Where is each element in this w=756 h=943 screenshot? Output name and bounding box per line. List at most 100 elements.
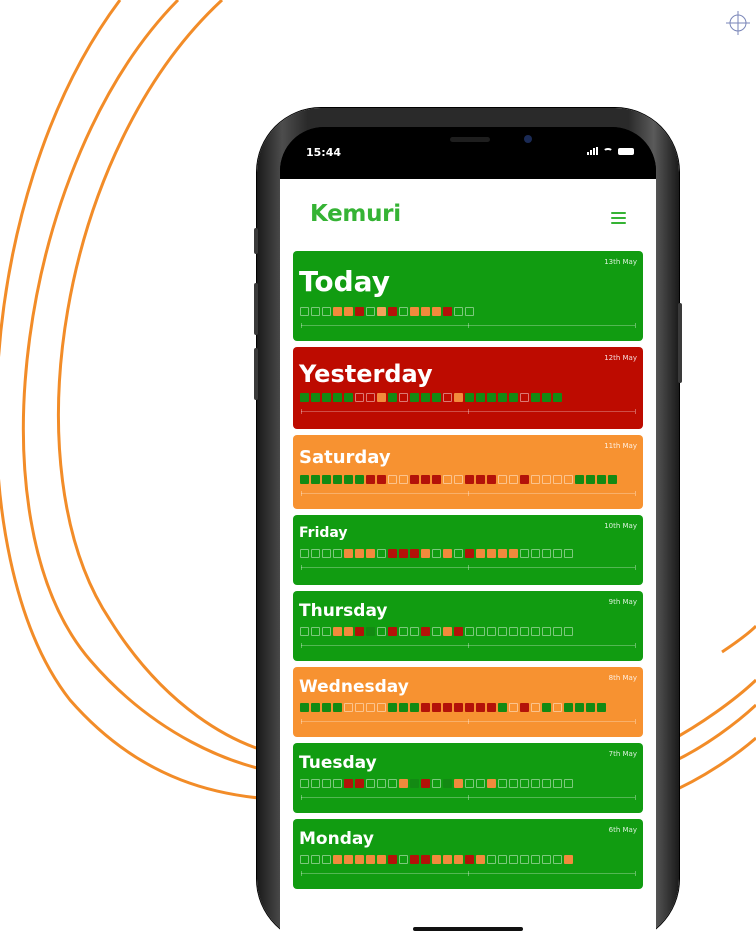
- front-camera: [524, 135, 532, 143]
- hour-slot: [443, 307, 452, 316]
- hour-slot: [476, 627, 485, 636]
- day-card-today[interactable]: 13th May Today: [293, 251, 643, 341]
- phone-power-button: [678, 303, 682, 383]
- hour-slot: [399, 703, 408, 712]
- hour-slot: [531, 627, 540, 636]
- hour-slot: [586, 475, 595, 484]
- day-card-yesterday[interactable]: 12th May Yesterday: [293, 347, 643, 429]
- hour-slot: [432, 475, 441, 484]
- timeline-tick: [301, 565, 302, 570]
- hour-slot: [344, 627, 353, 636]
- hour-slot: [344, 703, 353, 712]
- hour-slot: [355, 779, 364, 788]
- status-bar: 15:44: [280, 127, 656, 179]
- hour-slot: [388, 703, 397, 712]
- hour-slot: [366, 475, 375, 484]
- day-date: 13th May: [604, 258, 637, 266]
- hour-slot: [608, 475, 617, 484]
- hour-slot: [300, 307, 309, 316]
- timeline-tick: [635, 323, 636, 328]
- hour-slot: [432, 627, 441, 636]
- timeline-track: [301, 643, 636, 648]
- hour-slot: [454, 627, 463, 636]
- hour-slot: [520, 779, 529, 788]
- hour-slot: [432, 779, 441, 788]
- wifi-icon: [603, 147, 613, 155]
- day-card-wednesday[interactable]: 8th May Wednesday: [293, 667, 643, 737]
- hour-slot: [366, 549, 375, 558]
- app-logo: Kemuri: [310, 201, 401, 227]
- hour-slot: [410, 393, 419, 402]
- timeline-tick: [468, 871, 469, 876]
- hour-slot: [509, 549, 518, 558]
- hour-slot: [520, 627, 529, 636]
- hour-slot: [377, 475, 386, 484]
- hour-slot: [465, 779, 474, 788]
- hour-slot: [432, 703, 441, 712]
- hour-slot: [399, 855, 408, 864]
- hour-slot: [322, 703, 331, 712]
- hour-slot: [388, 627, 397, 636]
- hour-slot: [322, 855, 331, 864]
- hour-slot: [322, 627, 331, 636]
- hour-slot: [487, 779, 496, 788]
- day-list: 13th May Today 12th May Yesterday 11th May Sa…: [293, 251, 643, 895]
- hour-slot: [366, 307, 375, 316]
- hour-slot: [410, 703, 419, 712]
- hour-slot: [399, 307, 408, 316]
- hour-slot: [531, 779, 540, 788]
- hour-slot: [443, 779, 452, 788]
- signal-icon: [587, 147, 598, 155]
- hour-slot: [355, 855, 364, 864]
- hour-slot: [531, 393, 540, 402]
- day-card-friday[interactable]: 10th May Friday: [293, 515, 643, 585]
- hour-slot: [344, 475, 353, 484]
- hour-slot: [553, 627, 562, 636]
- day-card-thursday[interactable]: 9th May Thursday: [293, 591, 643, 661]
- hour-slot: [366, 779, 375, 788]
- day-date: 10th May: [604, 522, 637, 530]
- hour-slot: [498, 549, 507, 558]
- hour-slot: [443, 393, 452, 402]
- timeline-tick: [468, 565, 469, 570]
- day-card-monday[interactable]: 6th May Monday: [293, 819, 643, 889]
- hour-slot: [498, 627, 507, 636]
- hour-slot: [366, 855, 375, 864]
- hour-slot: [388, 393, 397, 402]
- hour-slot: [322, 475, 331, 484]
- timeline-tick: [301, 643, 302, 648]
- hour-slot: [454, 393, 463, 402]
- hour-slot: [377, 393, 386, 402]
- hour-slot: [531, 703, 540, 712]
- phone-screen: 15:44 Kemuri 13th May Today 12th May Yester…: [280, 127, 656, 943]
- day-card-saturday[interactable]: 11th May Saturday: [293, 435, 643, 509]
- hour-slot: [432, 393, 441, 402]
- timeline-track: [301, 719, 636, 724]
- hour-slots: [300, 703, 606, 712]
- timeline-tick: [635, 795, 636, 800]
- timeline-tick: [468, 491, 469, 496]
- timeline-tick: [635, 719, 636, 724]
- day-card-tuesday[interactable]: 7th May Tuesday: [293, 743, 643, 813]
- hour-slot: [366, 627, 375, 636]
- hour-slot: [388, 549, 397, 558]
- hour-slot: [333, 307, 342, 316]
- hamburger-menu-icon[interactable]: [611, 212, 626, 224]
- hour-slots: [300, 855, 573, 864]
- battery-icon: [618, 147, 634, 155]
- timeline-track: [301, 409, 636, 414]
- hour-slot: [333, 703, 342, 712]
- hour-slot: [322, 779, 331, 788]
- hour-slot: [432, 855, 441, 864]
- day-name: Yesterday: [299, 360, 433, 388]
- hour-slot: [355, 627, 364, 636]
- hour-slot: [575, 475, 584, 484]
- hour-slot: [377, 549, 386, 558]
- timeline-tick: [301, 871, 302, 876]
- timeline-tick: [468, 719, 469, 724]
- hour-slot: [509, 779, 518, 788]
- hour-slot: [355, 549, 364, 558]
- hour-slot: [542, 627, 551, 636]
- timeline-track: [301, 323, 636, 328]
- hour-slot: [443, 475, 452, 484]
